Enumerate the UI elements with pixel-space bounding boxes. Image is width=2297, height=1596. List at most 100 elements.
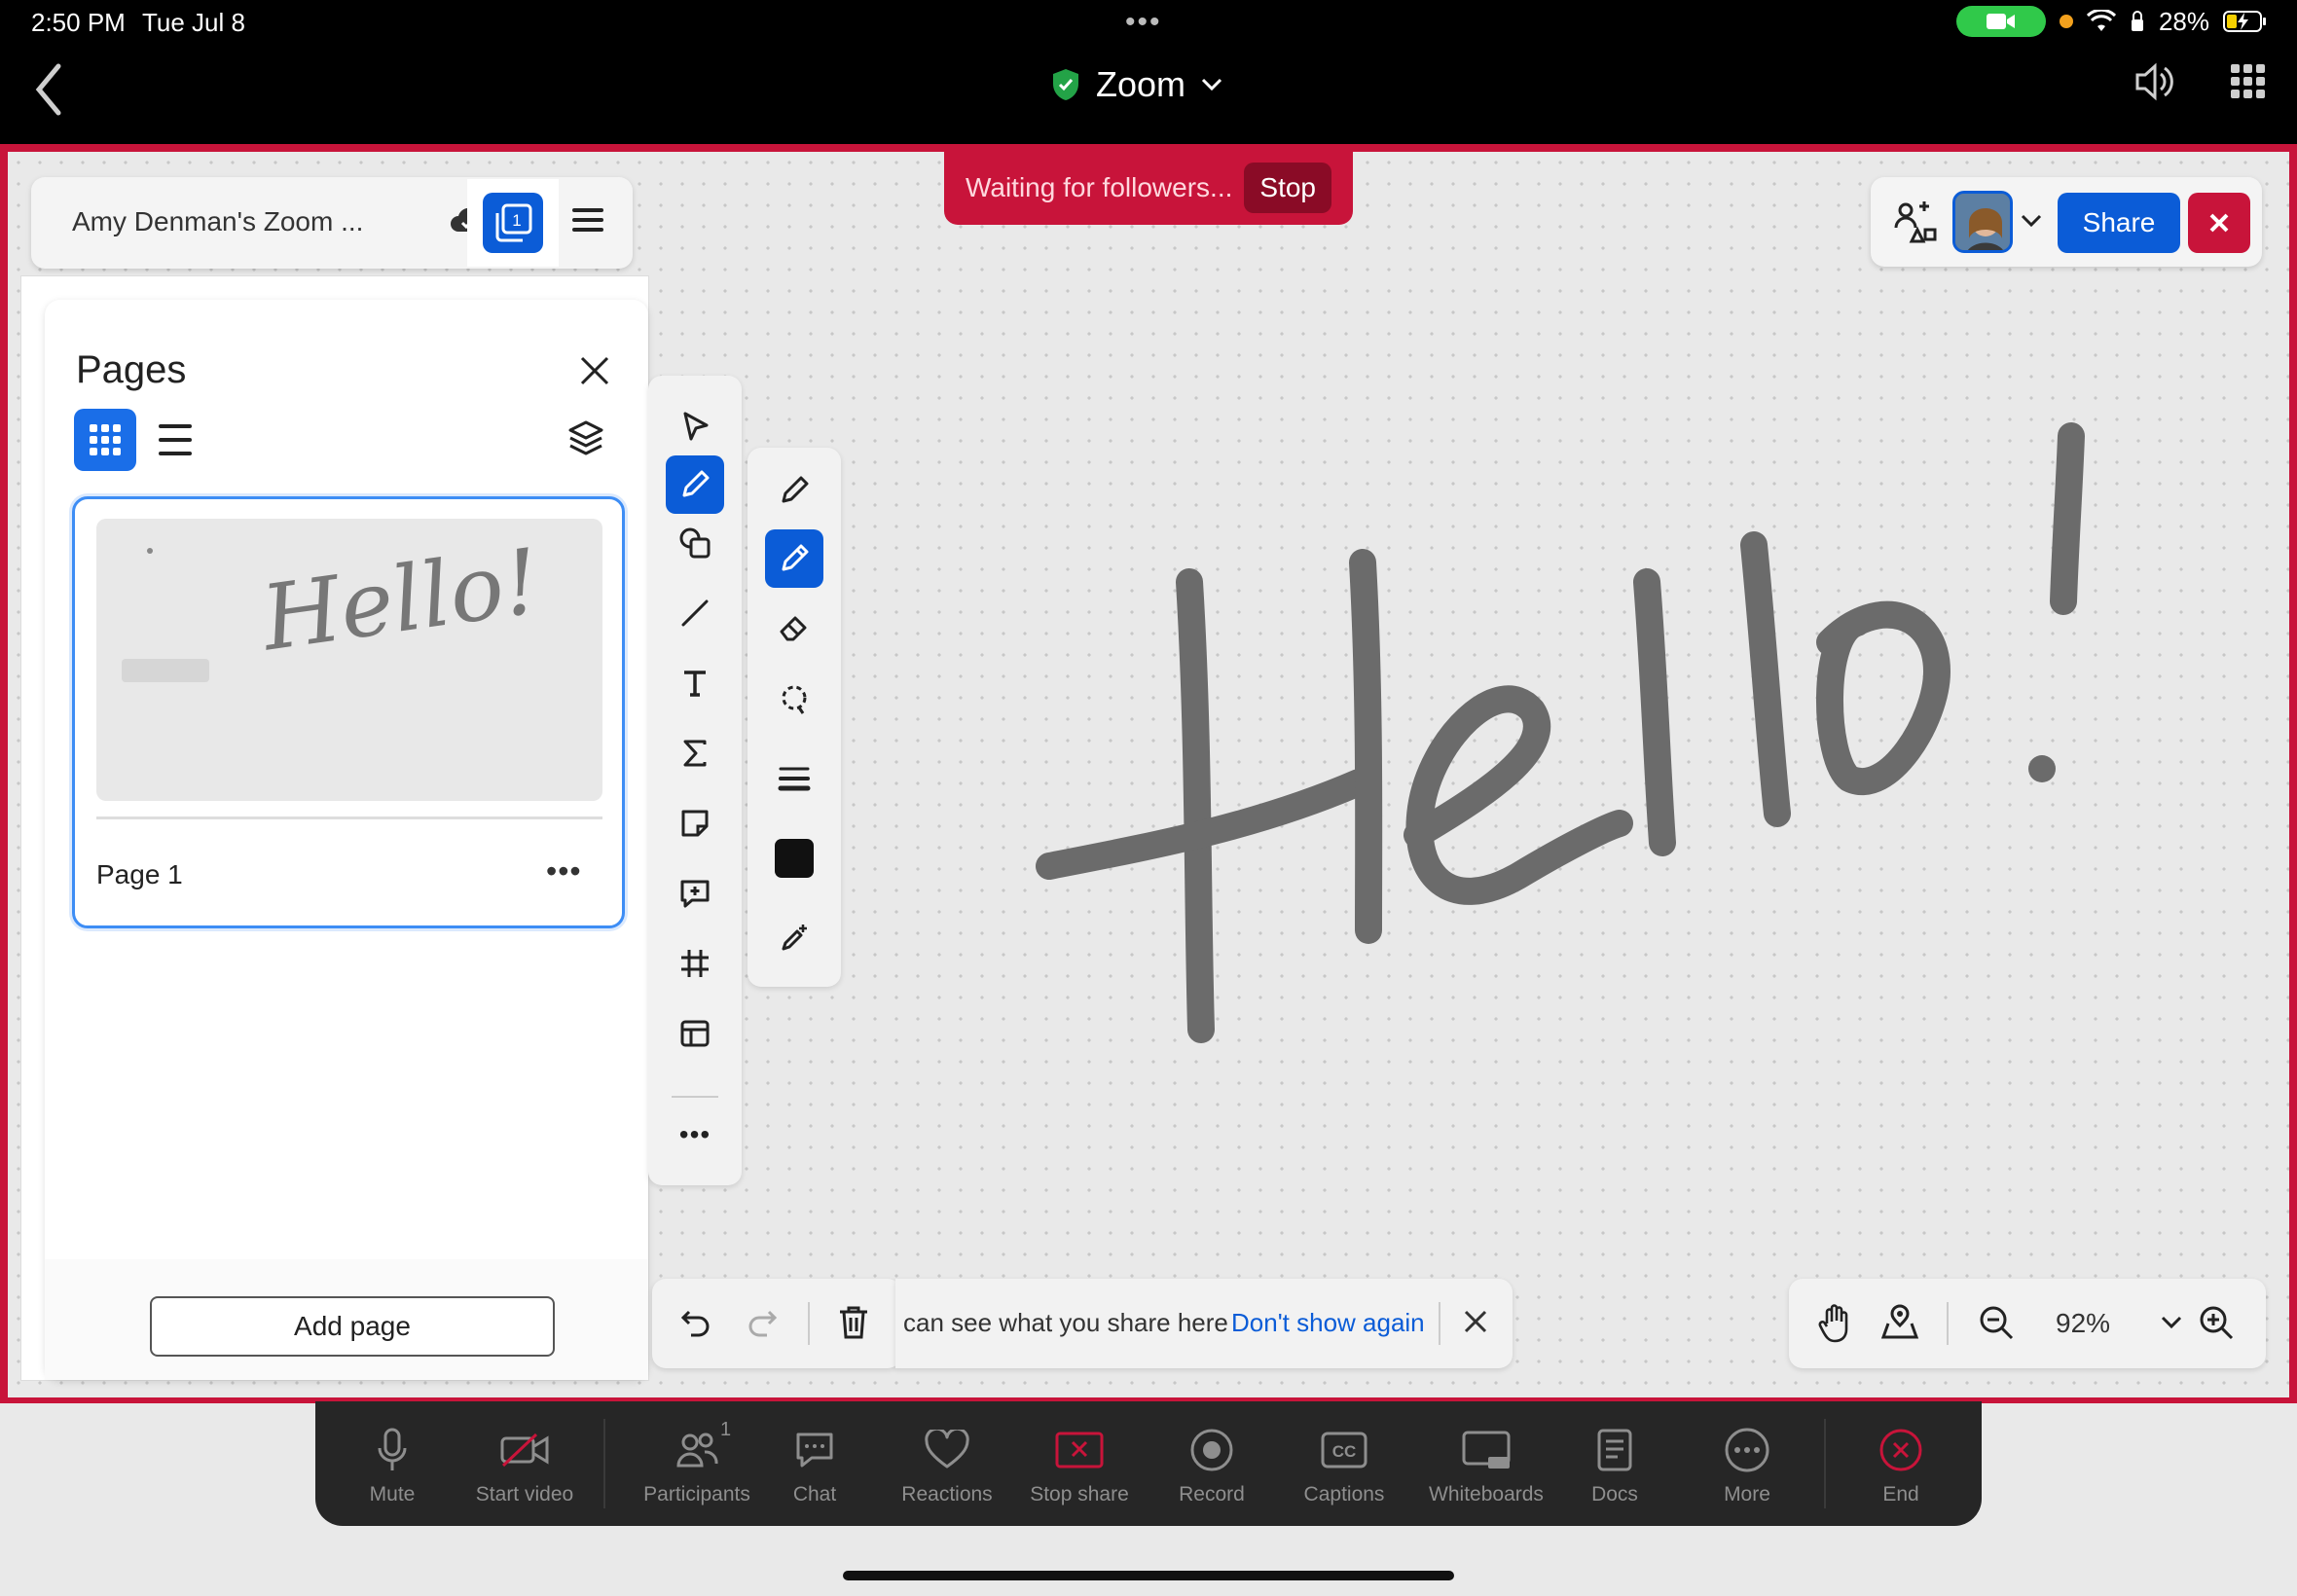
whiteboard-toolbar: ••• [648, 376, 742, 1185]
more-button[interactable]: More [1684, 1423, 1810, 1506]
close-whiteboard-button[interactable] [2188, 193, 2250, 253]
toolbar-divider [603, 1419, 605, 1508]
dont-show-again-link[interactable]: Don't show again [1231, 1308, 1425, 1338]
page-card[interactable]: Hello! Page 1 ••• [72, 496, 625, 928]
more-icon [1725, 1428, 1769, 1472]
docs-button[interactable]: Docs [1551, 1423, 1678, 1506]
whiteboards-button[interactable]: Whiteboards [1413, 1423, 1559, 1506]
stop-share-button[interactable]: Stop share [1016, 1423, 1143, 1506]
waiting-text: Waiting for followers... [966, 172, 1233, 202]
shapes-icon [679, 527, 711, 559]
comment-tool[interactable] [666, 864, 724, 923]
close-icon[interactable] [578, 354, 611, 387]
hamburger-menu-icon[interactable] [568, 200, 607, 239]
stop-share-icon [1055, 1432, 1104, 1469]
chat-button[interactable]: Chat [751, 1423, 878, 1506]
pages-panel-title: Pages [76, 348, 187, 391]
collaboration-bar: Share [1871, 177, 2262, 267]
notice-divider [1439, 1302, 1440, 1345]
whiteboard-name[interactable]: Amy Denman's Zoom ... [72, 206, 363, 237]
more-tools-icon[interactable]: ••• [666, 1106, 724, 1164]
pencil-option[interactable] [765, 461, 823, 520]
stroke-width-option[interactable] [765, 749, 823, 808]
meeting-title[interactable]: Zoom [1051, 64, 1222, 105]
close-icon[interactable] [1462, 1308, 1489, 1335]
video-off-icon [500, 1433, 549, 1468]
lock-rotation-icon [2131, 11, 2143, 31]
participants-icon [676, 1433, 718, 1468]
pen-tool[interactable] [666, 455, 724, 514]
divider [808, 1302, 810, 1345]
end-label: End [1882, 1483, 1919, 1505]
record-label: Record [1179, 1483, 1245, 1505]
sticky-note-tool[interactable] [666, 794, 724, 852]
share-button[interactable]: Share [2058, 193, 2180, 253]
map-locate-icon[interactable] [1880, 1302, 1919, 1341]
add-page-button[interactable]: Add page [150, 1296, 555, 1357]
eraser-option[interactable] [765, 599, 823, 658]
formula-tool[interactable] [666, 724, 724, 782]
avatar[interactable] [1952, 191, 2013, 253]
eyedropper-option[interactable] [765, 909, 823, 967]
page-more-options-icon[interactable]: ••• [546, 853, 582, 889]
page-divider [96, 816, 602, 819]
close-icon [2209, 213, 2229, 233]
undo-icon[interactable] [679, 1306, 712, 1339]
stop-following-button[interactable]: Stop [1244, 163, 1331, 213]
text-icon [684, 671, 706, 697]
color-option[interactable] [765, 829, 823, 888]
list-view-icon[interactable] [158, 420, 193, 459]
heart-icon [925, 1430, 969, 1469]
follow-me-icon[interactable] [1894, 200, 1937, 243]
pages-panel-frame: Pages Hello! Page 1 ••• Add page [21, 276, 648, 1380]
zoom-out-icon[interactable] [1978, 1304, 2015, 1341]
multitasking-dots-icon[interactable]: ••• [1125, 6, 1162, 39]
divider [1947, 1302, 1949, 1345]
reactions-label: Reactions [901, 1483, 993, 1505]
notice-text: can see what you share here [903, 1308, 1228, 1337]
sticky-note-icon [681, 810, 709, 837]
start-video-button[interactable]: Start video [461, 1423, 588, 1506]
marker-option[interactable] [765, 529, 823, 588]
shapes-tool[interactable] [666, 514, 724, 572]
speaker-icon[interactable] [2132, 60, 2174, 103]
mute-button[interactable]: Mute [329, 1423, 456, 1506]
line-icon [681, 599, 709, 627]
lasso-option[interactable] [765, 670, 823, 728]
reactions-button[interactable]: Reactions [884, 1423, 1010, 1506]
record-button[interactable]: Record [1148, 1423, 1275, 1506]
trash-icon[interactable] [837, 1304, 870, 1341]
chevron-down-icon[interactable] [2161, 1316, 2182, 1329]
grid-icon [90, 424, 121, 455]
template-tool[interactable] [666, 1004, 724, 1063]
home-indicator[interactable] [843, 1571, 1454, 1580]
text-tool[interactable] [666, 654, 724, 712]
back-chevron-icon[interactable] [29, 60, 68, 119]
zoom-in-icon[interactable] [2198, 1304, 2235, 1341]
select-tool[interactable] [666, 397, 724, 455]
app-grid-icon[interactable] [2229, 62, 2268, 101]
zoom-controls: 92% [1789, 1279, 2266, 1368]
status-bar: 2:50 PM Tue Jul 8 ••• 28% [0, 0, 2297, 47]
frame-icon [681, 950, 709, 977]
hand-pan-icon[interactable] [1818, 1302, 1853, 1343]
end-meeting-button[interactable]: End [1838, 1423, 1964, 1506]
frame-tool[interactable] [666, 934, 724, 993]
battery-charging-icon [2223, 11, 2266, 32]
meeting-header: Zoom [0, 47, 2297, 144]
layers-icon[interactable] [566, 418, 605, 457]
status-date: Tue Jul 8 [142, 8, 245, 37]
redo-icon[interactable] [746, 1306, 779, 1339]
pages-button[interactable]: 1 [483, 193, 543, 253]
docs-label: Docs [1591, 1483, 1638, 1505]
chevron-down-icon[interactable] [2021, 214, 2042, 228]
battery-percent: 28% [2158, 6, 2209, 36]
grid-view-button[interactable] [74, 409, 136, 471]
line-tool[interactable] [666, 584, 724, 642]
whiteboards-label: Whiteboards [1429, 1483, 1544, 1505]
captions-button[interactable]: CC Captions [1281, 1423, 1407, 1506]
share-notice: can see what you share here Don't show a… [895, 1279, 1513, 1368]
more-label: More [1724, 1483, 1770, 1505]
lasso-icon [782, 685, 807, 714]
zoom-level[interactable]: 92% [2056, 1308, 2110, 1339]
